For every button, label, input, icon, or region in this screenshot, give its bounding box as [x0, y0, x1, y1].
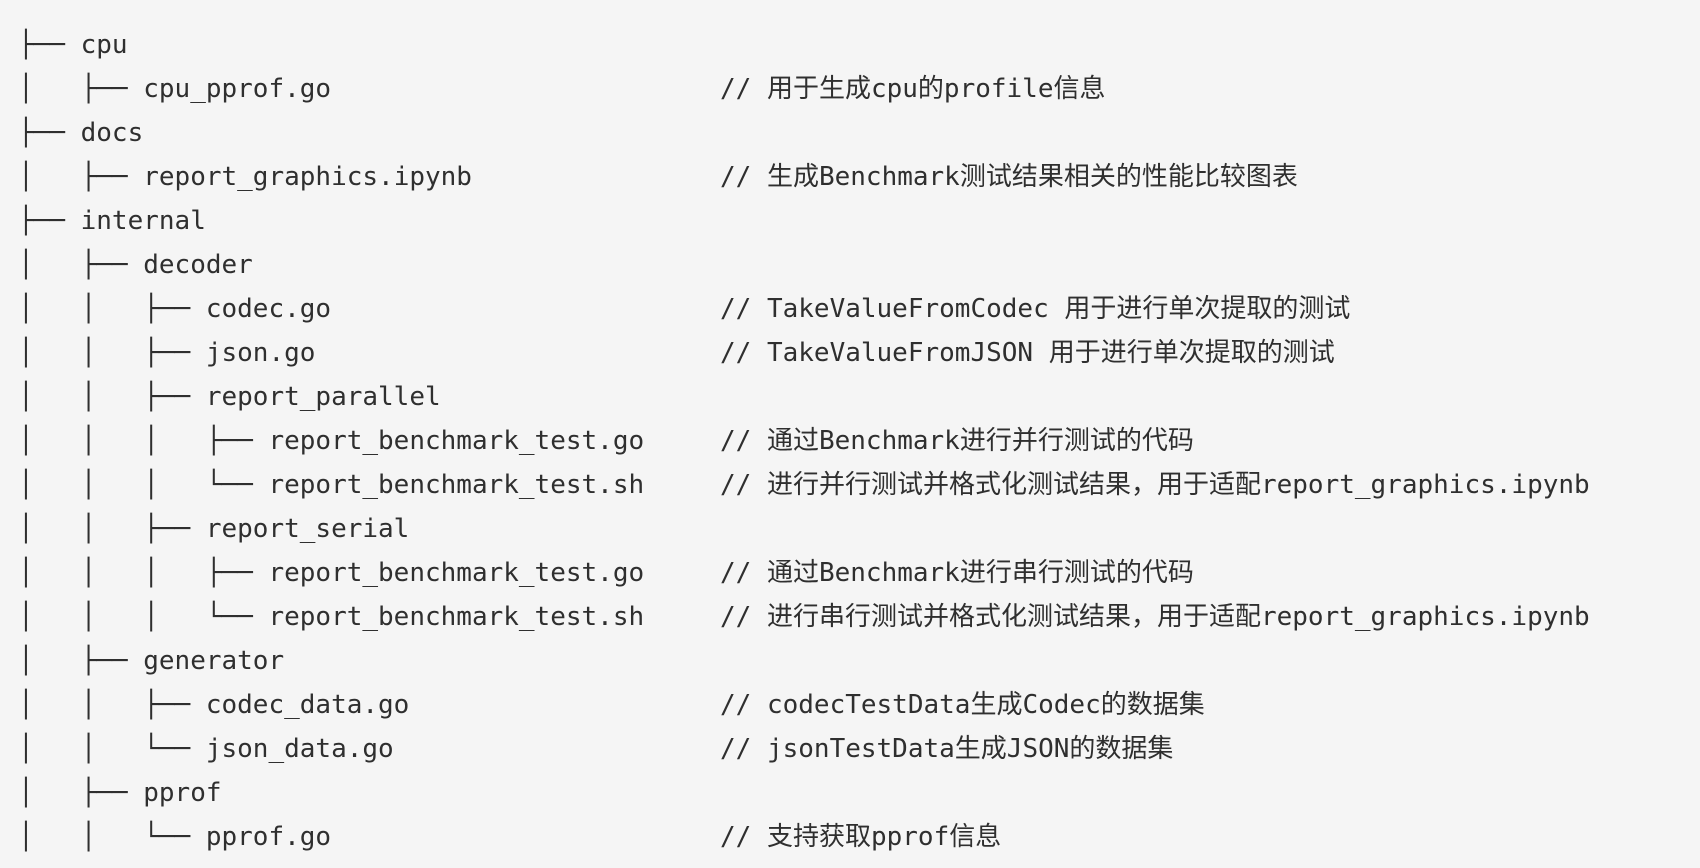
tree-entry-name: generator — [143, 646, 285, 676]
tree-line: │ ├── decoder — [18, 243, 644, 287]
tree-branch-prefix: │ │ │ └── — [18, 602, 269, 632]
tree-entry-name: pprof — [143, 778, 222, 808]
tree-line: │ ├── generator — [18, 639, 644, 683]
tree-line: │ ├── report_graphics.ipynb // 生成Benchmar… — [18, 155, 1298, 199]
tree-entry-name: report_benchmark_test.sh — [268, 602, 645, 632]
tree-entry-name: codec_data.go — [205, 690, 410, 720]
tree-entry-comment: // 进行并行测试并格式化测试结果，用于适配report_graphics.ip… — [720, 470, 1590, 500]
tree-entry-name: decoder — [143, 250, 253, 280]
tree-entry-name: internal — [80, 206, 206, 236]
tree-branch-prefix: │ │ │ └── — [18, 470, 269, 500]
tree-branch-prefix: ├── — [18, 30, 81, 60]
tree-line: │ │ ├── codec_data.go // codecTestData生成C… — [18, 683, 1205, 727]
tree-line: │ │ └── pprof.go // 支持获取pprof信息 — [18, 815, 1001, 859]
tree-line: │ │ └── json_data.go // jsonTestData生成JSO… — [18, 727, 1173, 771]
tree-entry-name: report_serial — [205, 514, 410, 544]
tree-entry-name: report_benchmark_test.go — [268, 426, 645, 456]
tree-entry-comment: // codecTestData生成Codec的数据集 — [720, 690, 1205, 720]
tree-entry-comment: // 用于生成cpu的profile信息 — [720, 74, 1106, 104]
tree-branch-prefix: │ │ │ ├── — [18, 558, 269, 588]
tree-line: │ ├── pprof — [18, 771, 644, 815]
tree-entry-name: codec.go — [205, 294, 332, 324]
tree-branch-prefix: │ │ ├── — [18, 514, 206, 544]
tree-branch-prefix: │ ├── — [18, 74, 144, 104]
tree-branch-prefix: ├── — [18, 118, 81, 148]
tree-branch-prefix: │ │ │ ├── — [18, 426, 269, 456]
tree-entry-name: json_data.go — [205, 734, 394, 764]
tree-line: │ │ ├── json.go // TakeValueFromJSON 用于进行… — [18, 331, 1335, 375]
tree-line: │ │ │ └── report_benchmark_test.sh // 进行并… — [18, 463, 1590, 507]
tree-entry-comment: // 进行串行测试并格式化测试结果，用于适配report_graphics.ip… — [720, 602, 1590, 632]
tree-entry-comment: // jsonTestData生成JSON的数据集 — [720, 734, 1174, 764]
tree-entry-name: cpu_pprof.go — [143, 74, 332, 104]
tree-entry-comment: // 通过Benchmark进行并行测试的代码 — [720, 426, 1194, 456]
tree-entry-name: json.go — [205, 338, 316, 368]
tree-entry-name: report_parallel — [205, 382, 441, 412]
tree-branch-prefix: │ │ └── — [18, 734, 206, 764]
tree-line: │ │ │ ├── report_benchmark_test.go // 通过B… — [18, 551, 1194, 595]
tree-entry-name: pprof.go — [205, 822, 332, 852]
tree-entry-comment: // 生成Benchmark测试结果相关的性能比较图表 — [720, 162, 1298, 192]
tree-line: │ │ ├── report_serial — [18, 507, 644, 551]
tree-branch-prefix: │ │ ├── — [18, 382, 206, 412]
tree-branch-prefix: │ │ └── — [18, 822, 206, 852]
tree-entry-comment: // 支持获取pprof信息 — [720, 822, 1002, 852]
tree-entry-name: cpu — [80, 30, 128, 60]
tree-entry-comment: // TakeValueFromJSON 用于进行单次提取的测试 — [720, 338, 1335, 368]
tree-line: │ ├── cpu_pprof.go // 用于生成cpu的profile信息 — [18, 67, 1106, 111]
tree-entry-name: report_benchmark_test.sh — [268, 470, 645, 500]
tree-entry-comment: // TakeValueFromCodec 用于进行单次提取的测试 — [720, 294, 1351, 324]
directory-tree: ├── cpu │ ├── cpu_pprof.go // 用于生成cpu的pro… — [18, 23, 1590, 859]
tree-branch-prefix: │ ├── — [18, 250, 144, 280]
tree-entry-name: docs — [80, 118, 144, 148]
tree-line: │ │ │ └── report_benchmark_test.sh // 进行串… — [18, 595, 1590, 639]
tree-branch-prefix: │ ├── — [18, 646, 144, 676]
tree-branch-prefix: │ │ ├── — [18, 338, 206, 368]
tree-line: ├── cpu — [18, 23, 644, 67]
tree-branch-prefix: │ ├── — [18, 778, 144, 808]
tree-line: ├── docs — [18, 111, 644, 155]
tree-entry-comment: // 通过Benchmark进行串行测试的代码 — [720, 558, 1194, 588]
tree-entry-name: report_graphics.ipynb — [143, 162, 472, 192]
tree-entry-name: report_benchmark_test.go — [268, 558, 645, 588]
tree-line: │ │ ├── report_parallel — [18, 375, 644, 419]
tree-line: │ │ ├── codec.go // TakeValueFromCodec 用于… — [18, 287, 1350, 331]
tree-branch-prefix: │ │ ├── — [18, 690, 206, 720]
tree-branch-prefix: │ │ ├── — [18, 294, 206, 324]
tree-branch-prefix: ├── — [18, 206, 81, 236]
tree-line: ├── internal — [18, 199, 644, 243]
tree-line: │ │ │ ├── report_benchmark_test.go // 通过B… — [18, 419, 1194, 463]
tree-branch-prefix: │ ├── — [18, 162, 144, 192]
